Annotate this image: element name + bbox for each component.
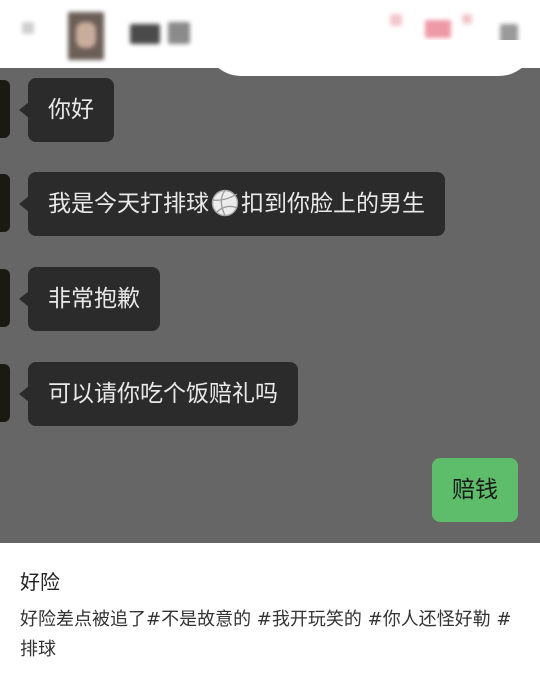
sender-avatar-edge xyxy=(0,364,10,422)
contact-name-extra xyxy=(168,22,190,44)
sender-avatar-edge xyxy=(0,174,10,232)
avatar[interactable] xyxy=(68,12,104,60)
blurred-pink-mark xyxy=(462,14,472,24)
message-bubble: 我是今天打排球 扣到你脸上的男生 xyxy=(19,172,445,236)
post-body: 好险差点被追了#不是故意的 #我开玩笑的 #你人还怪好勒 #排球 xyxy=(20,609,512,660)
blurred-pink-mark xyxy=(390,14,402,26)
post-title: 好险 xyxy=(20,570,60,594)
message-text: 你好 xyxy=(48,97,94,123)
reply-bubble: 赔钱 xyxy=(432,458,518,522)
blurred-pink-mark xyxy=(425,20,451,38)
volleyball-icon xyxy=(211,189,239,217)
message-text: 我是今天打排球 xyxy=(48,191,209,217)
message-text: 赔钱 xyxy=(452,477,498,503)
sender-avatar-edge xyxy=(0,80,10,138)
contact-name xyxy=(130,24,160,44)
message-text: 非常抱歉 xyxy=(48,286,140,312)
message-text: 可以请你吃个饭赔礼吗 xyxy=(48,381,278,407)
post-caption: 好险 好险差点被追了#不是故意的 #我开玩笑的 #你人还怪好勒 #排球 xyxy=(20,552,520,665)
blurred-icon xyxy=(22,22,34,34)
message-bubble: 非常抱歉 xyxy=(19,267,160,331)
chat-area: 你好 我是今天打排球 扣到你脸上的男生 非常抱歉 可以请你吃个饭赔礼吗 赔钱 xyxy=(0,68,540,543)
message-bubble: 可以请你吃个饭赔礼吗 xyxy=(19,362,298,426)
message-text: 扣到你脸上的男生 xyxy=(241,191,425,217)
message-bubble: 你好 xyxy=(19,78,114,142)
header-overlay xyxy=(205,40,535,76)
sender-avatar-edge xyxy=(0,269,10,327)
